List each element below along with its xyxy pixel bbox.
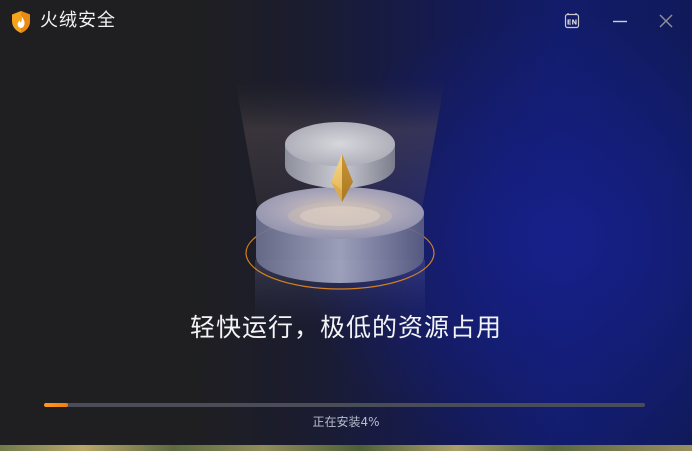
language-switch-button[interactable]: EN xyxy=(561,10,583,32)
lightweight-pedestal-crystal-icon xyxy=(235,80,445,330)
huorong-shield-flame-icon xyxy=(12,11,30,33)
close-button[interactable] xyxy=(655,10,677,32)
desktop-background-strip xyxy=(0,445,692,451)
app-title: 火绒安全 xyxy=(40,10,116,31)
minimize-icon xyxy=(613,20,627,23)
minimize-button[interactable] xyxy=(609,10,631,32)
language-en-icon: EN xyxy=(564,13,580,29)
feature-slogan: 轻快运行，极低的资源占用 xyxy=(189,313,502,342)
install-status-text: 正在安装4% xyxy=(312,415,380,429)
install-progress-bar xyxy=(44,403,645,407)
install-progress-fill xyxy=(44,403,69,407)
title-bar[interactable]: 火绒安全 EN xyxy=(0,0,692,42)
close-icon xyxy=(659,14,673,28)
svg-text:EN: EN xyxy=(567,19,578,27)
installer-window: 火绒安全 EN 轻快运行，极低的资源占用 正在安装4% xyxy=(0,0,692,445)
